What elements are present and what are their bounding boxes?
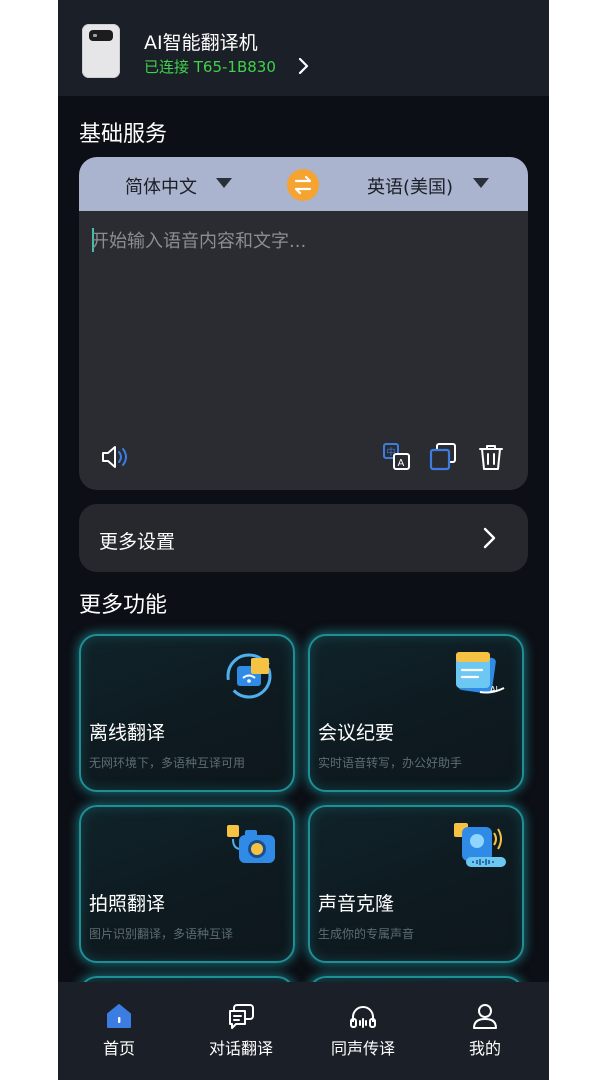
svg-text:A: A [398,458,405,469]
more-settings-row[interactable]: 更多设置 [79,504,528,572]
feature-description: 无网环境下，多语种互译可用 [89,756,246,770]
swap-icon [294,175,312,195]
nav-simultaneous-interpretation[interactable]: 同声传译 [302,982,424,1080]
language-bar: 简体中文 英语(美国) [79,157,528,211]
notes-ai-icon: AI [456,652,505,694]
nav-label: 我的 [468,1039,501,1058]
app-screen: AI智能翻译机 已连接 T65-1B830 基础服务 简体中文 英语(美国) 开… [58,0,549,1080]
delete-icon[interactable] [475,441,507,473]
target-language-select[interactable]: 英语(美国) [367,173,453,199]
chevron-right-icon[interactable] [294,58,314,74]
chat-icon [229,1004,254,1029]
nav-label: 首页 [102,1039,135,1058]
feature-title: 会议纪要 [318,722,395,744]
nav-home[interactable]: 首页 [58,982,180,1080]
bottom-navigation: 首页 对话翻译 同声传译 我的 [58,982,549,1080]
copy-icon[interactable] [427,441,459,473]
offline-sync-icon [226,653,272,699]
source-caret-icon[interactable] [216,178,232,188]
svg-text:AI: AI [490,685,498,694]
feature-title: 拍照翻译 [89,893,166,915]
nav-label: 对话翻译 [208,1039,273,1058]
more-settings-label: 更多设置 [99,531,176,553]
feature-meeting-minutes[interactable]: AI 会议纪要 实时语音转写，办公好助手 [308,634,524,792]
translation-input[interactable]: 开始输入语音内容和文字... [91,227,511,253]
nav-profile[interactable]: 我的 [424,982,546,1080]
connection-status: 已连接 T65-1B830 [144,58,276,76]
speaker-icon[interactable] [99,441,131,473]
nav-dialog-translation[interactable]: 对话翻译 [180,982,302,1080]
more-features-title: 更多功能 [79,593,168,618]
feature-photo-translation[interactable]: 拍照翻译 图片识别翻译，多语种互译 [79,805,295,963]
camera-icon [227,825,275,863]
target-caret-icon[interactable] [473,178,489,188]
device-thumbnail [82,24,120,78]
source-language-select[interactable]: 简体中文 [125,173,197,199]
device-header[interactable]: AI智能翻译机 已连接 T65-1B830 [58,0,549,96]
home-icon [107,1004,131,1028]
headphones-icon [350,1006,376,1028]
basic-services-title: 基础服务 [79,122,168,147]
voice-clone-icon [454,823,506,867]
chevron-right-icon [483,527,496,549]
feature-voice-clone[interactable]: 声音克隆 生成你的专属声音 [308,805,524,963]
device-name: AI智能翻译机 [144,32,258,54]
feature-title: 离线翻译 [89,722,166,744]
feature-description: 实时语音转写，办公好助手 [318,756,463,770]
nav-label: 同声传译 [330,1039,395,1058]
feature-description: 生成你的专属声音 [318,927,415,941]
feature-description: 图片识别翻译，多语种互译 [89,927,234,941]
swap-languages-button[interactable] [287,169,319,201]
feature-offline-translation[interactable]: 离线翻译 无网环境下，多语种互译可用 [79,634,295,792]
translate-language-icon[interactable]: 中 A [381,441,413,473]
feature-title: 声音克隆 [318,893,395,915]
user-icon [473,1004,497,1029]
translation-card: 简体中文 英语(美国) 开始输入语音内容和文字... 中 A [79,157,528,490]
